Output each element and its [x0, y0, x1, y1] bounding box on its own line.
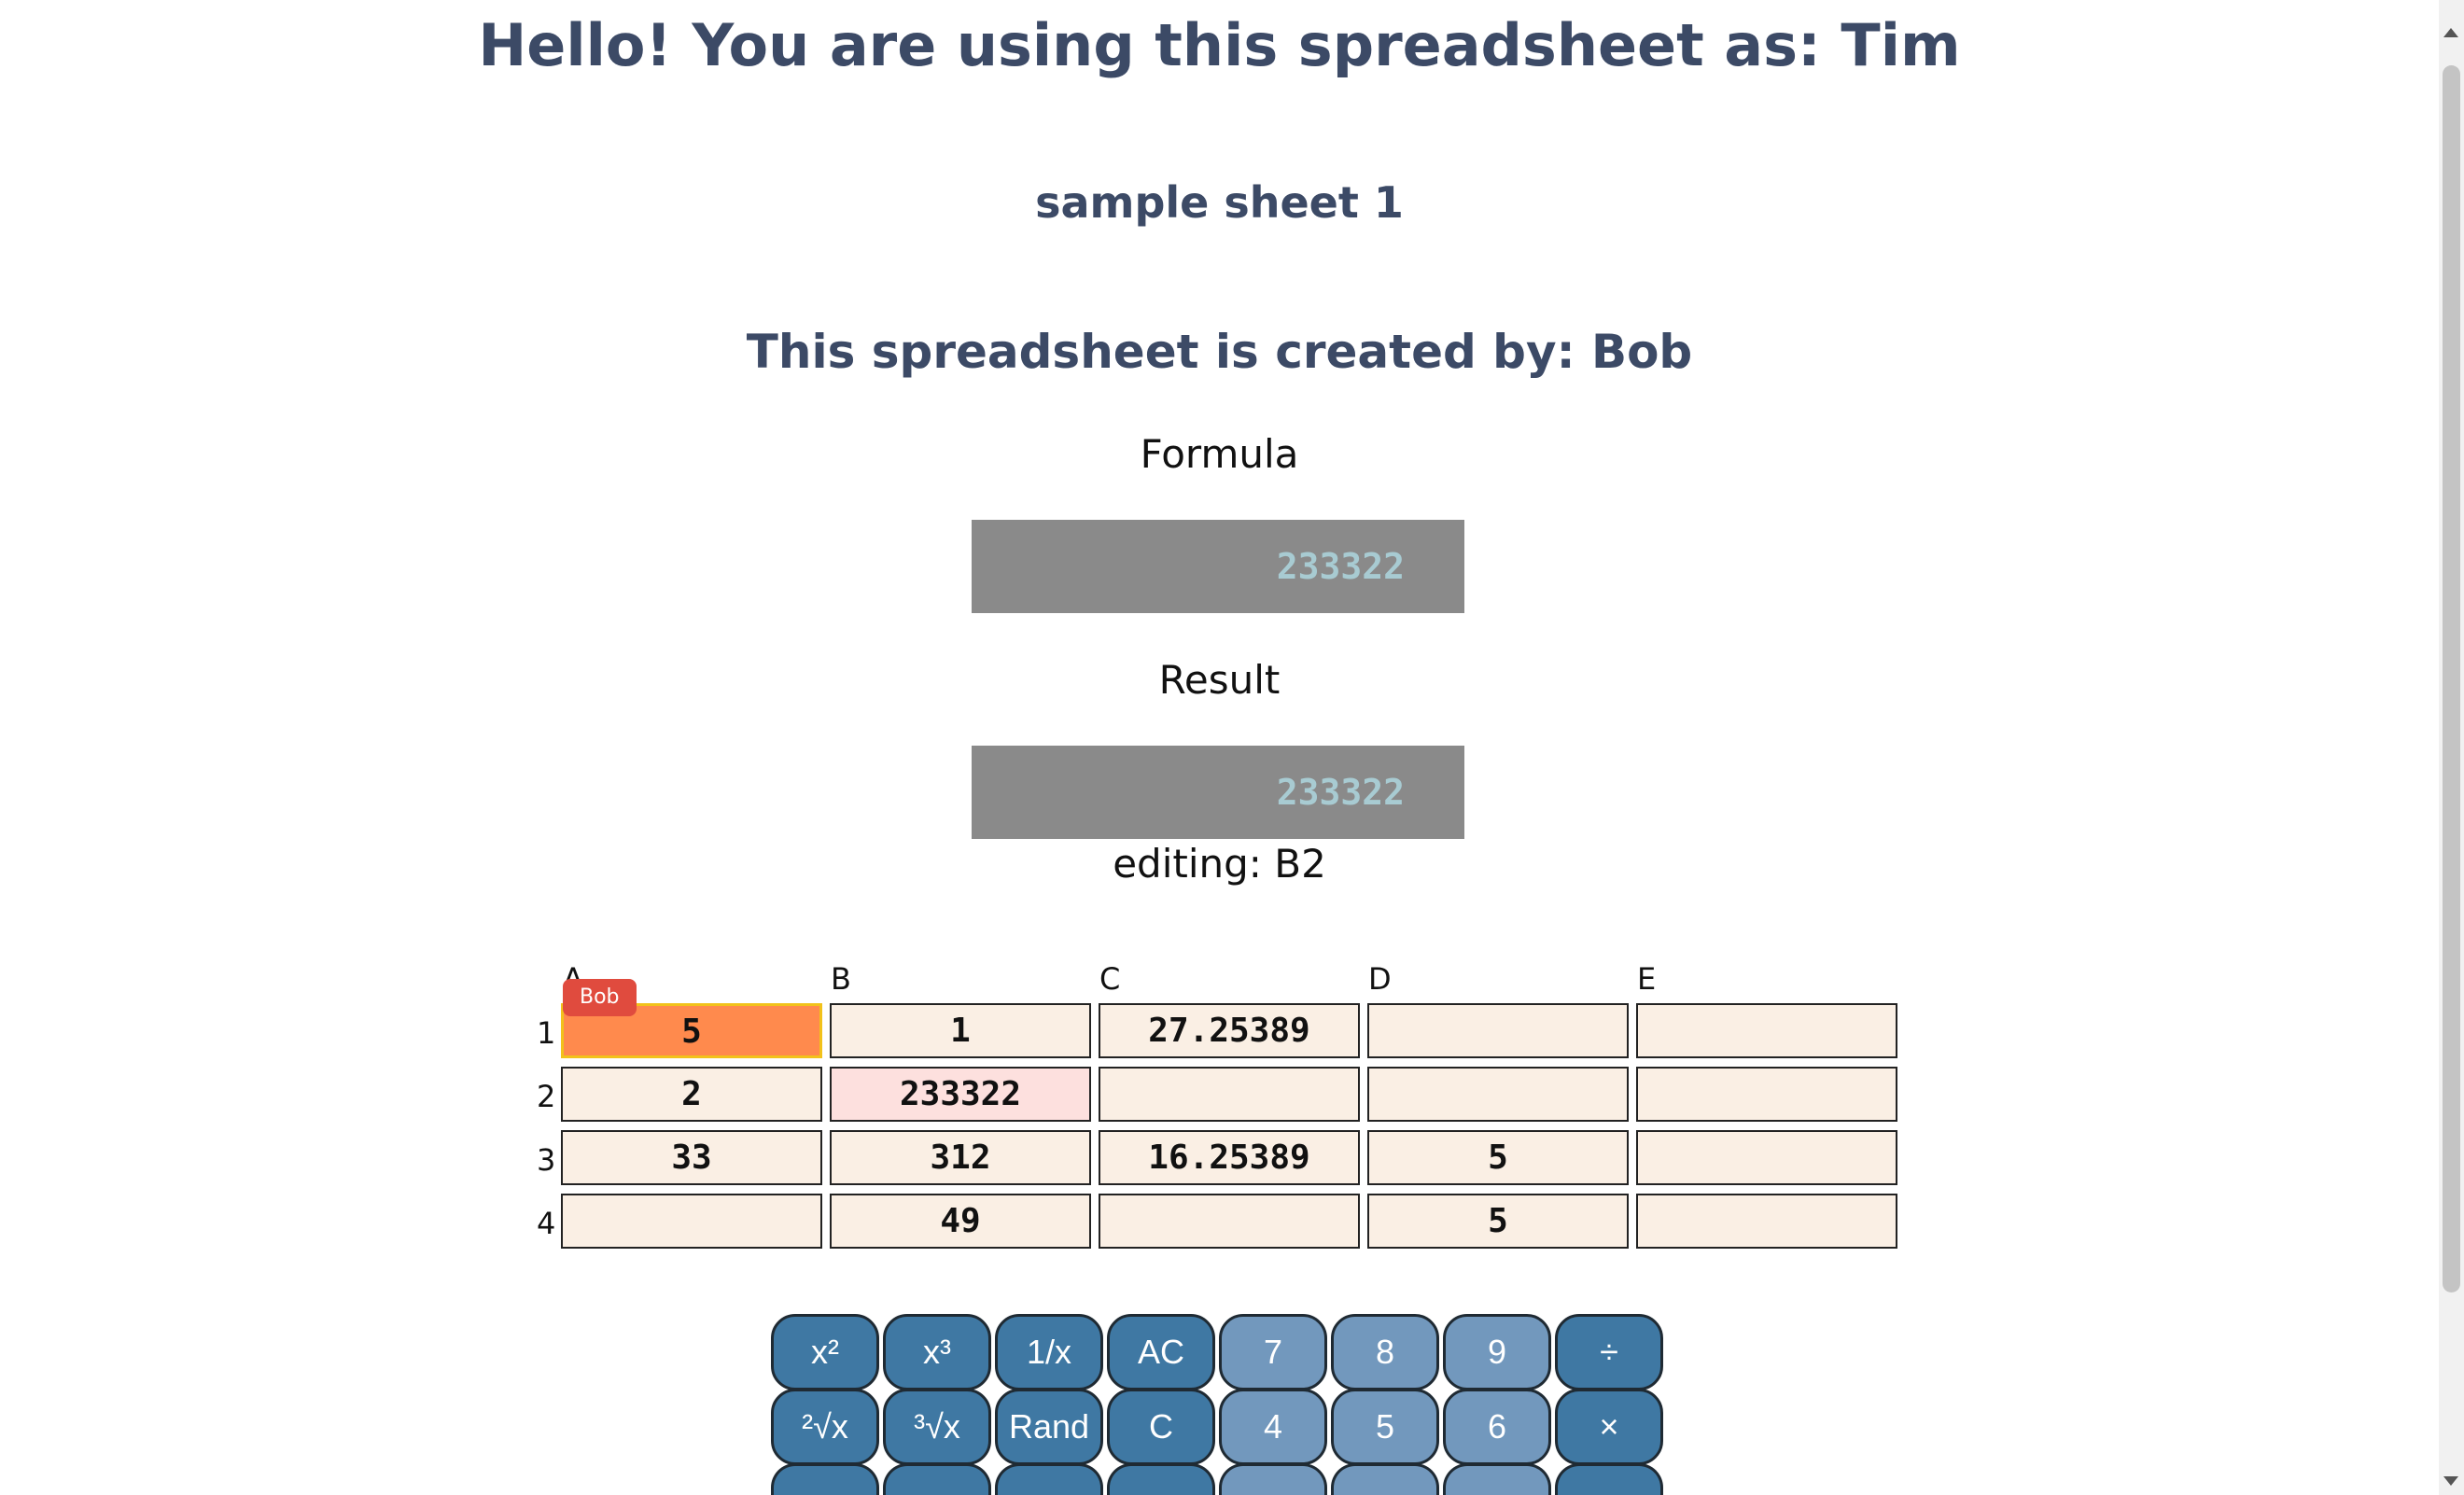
digit-7-button[interactable]: 7 — [1219, 1314, 1327, 1390]
creator-label: This spreadsheet is created by: Bob — [746, 325, 1693, 379]
result-label: Result — [1158, 657, 1281, 703]
calc-button-row3-3[interactable] — [995, 1463, 1103, 1495]
row-header-3: 3 — [537, 1142, 556, 1178]
square-button[interactable]: x² — [771, 1314, 879, 1390]
page: Hello! You are using this spreadsheet as… — [0, 0, 2439, 1495]
digit-9-button[interactable]: 9 — [1443, 1314, 1551, 1390]
cell-a2[interactable]: 2 — [561, 1067, 822, 1122]
greeting-title: Hello! You are using this spreadsheet as… — [478, 11, 1961, 79]
cell-c1[interactable]: 27.25389 — [1099, 1003, 1360, 1058]
calc-button-row3-1[interactable] — [771, 1463, 879, 1495]
cell-b1[interactable]: 1 — [830, 1003, 1091, 1058]
digit-4-button[interactable]: 4 — [1219, 1389, 1327, 1465]
digit-3-button[interactable] — [1443, 1463, 1551, 1495]
column-header-c: C — [1099, 961, 1121, 997]
vertical-scrollbar[interactable] — [2439, 0, 2464, 1495]
scroll-down-icon[interactable] — [2443, 1476, 2458, 1486]
sheet-name: sample sheet 1 — [1035, 177, 1404, 228]
cell-c4[interactable] — [1099, 1194, 1360, 1249]
digit-2-button[interactable] — [1331, 1463, 1439, 1495]
cell-e4[interactable] — [1636, 1194, 1897, 1249]
multiply-button[interactable]: × — [1555, 1389, 1663, 1465]
cube-button[interactable]: x³ — [883, 1314, 991, 1390]
scroll-up-icon[interactable] — [2443, 28, 2458, 37]
editing-status: editing: B2 — [1113, 841, 1326, 887]
divide-button[interactable]: ÷ — [1555, 1314, 1663, 1390]
cell-d3[interactable]: 5 — [1367, 1130, 1629, 1185]
random-button[interactable]: Rand — [995, 1389, 1103, 1465]
digit-1-button[interactable] — [1219, 1463, 1327, 1495]
result-display: 233322 — [972, 746, 1464, 839]
calc-button-row3-4[interactable] — [1107, 1463, 1215, 1495]
all-clear-button[interactable]: AC — [1107, 1314, 1215, 1390]
calc-button-row3-8[interactable] — [1555, 1463, 1663, 1495]
reciprocal-button[interactable]: 1/x — [995, 1314, 1103, 1390]
formula-label: Formula — [1140, 431, 1299, 477]
cell-d1[interactable] — [1367, 1003, 1629, 1058]
cell-a3[interactable]: 33 — [561, 1130, 822, 1185]
column-header-b: B — [831, 961, 851, 997]
digit-5-button[interactable]: 5 — [1331, 1389, 1439, 1465]
cell-b4[interactable]: 49 — [830, 1194, 1091, 1249]
cell-d2[interactable] — [1367, 1067, 1629, 1122]
row-header-4: 4 — [537, 1206, 556, 1241]
cell-e3[interactable] — [1636, 1130, 1897, 1185]
row-header-1: 1 — [537, 1015, 556, 1051]
cell-b2[interactable]: 233322 — [830, 1067, 1091, 1122]
row-header-2: 2 — [537, 1079, 556, 1114]
cell-c2[interactable] — [1099, 1067, 1360, 1122]
square-root-button[interactable]: ²√x — [771, 1389, 879, 1465]
formula-field[interactable]: 233322 — [972, 520, 1464, 613]
column-header-e: E — [1637, 961, 1657, 997]
clear-button[interactable]: C — [1107, 1389, 1215, 1465]
cell-a4[interactable] — [561, 1194, 822, 1249]
digit-6-button[interactable]: 6 — [1443, 1389, 1551, 1465]
cell-c3[interactable]: 16.25389 — [1099, 1130, 1360, 1185]
cell-lock-user-tag: Bob — [563, 979, 637, 1016]
cell-e2[interactable] — [1636, 1067, 1897, 1122]
column-header-d: D — [1368, 961, 1392, 997]
cell-d4[interactable]: 5 — [1367, 1194, 1629, 1249]
cell-b3[interactable]: 312 — [830, 1130, 1091, 1185]
cube-root-button[interactable]: ³√x — [883, 1389, 991, 1465]
cell-e1[interactable] — [1636, 1003, 1897, 1058]
digit-8-button[interactable]: 8 — [1331, 1314, 1439, 1390]
calc-button-row3-2[interactable] — [883, 1463, 991, 1495]
scrollbar-thumb[interactable] — [2443, 65, 2460, 1292]
